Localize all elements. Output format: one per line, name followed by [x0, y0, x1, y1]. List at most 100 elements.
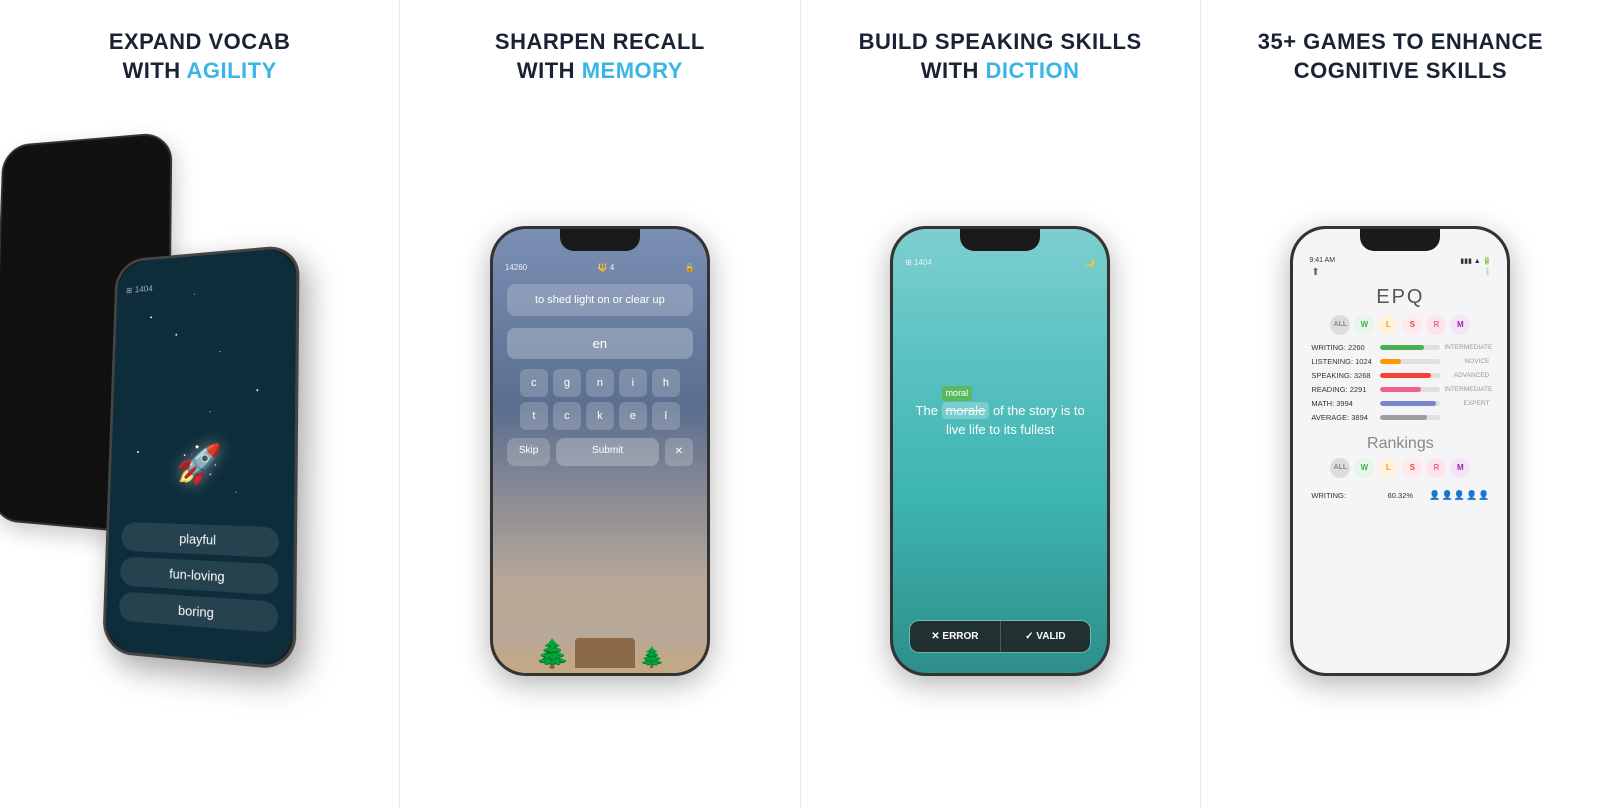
key-c[interactable]: c — [520, 369, 548, 397]
stat-speaking: SPEAKING: 3268 ADVANCED — [1311, 371, 1489, 380]
definition-text: to shed light on or clear up — [535, 294, 665, 306]
reading-bar — [1380, 387, 1421, 392]
word-error-container: morale moral — [942, 401, 990, 421]
panel-agility: EXPAND VOCAB WITH AGILITY — [0, 0, 399, 808]
panel2-title-line2: WITH — [517, 58, 582, 83]
panel3-title-highlight: DICTION — [986, 58, 1080, 83]
phone-memory-container: 14260 🔱 4 🔒 to shed light on or clear up… — [410, 103, 789, 798]
epq-app-title: EPQ — [1303, 286, 1497, 309]
math-bar — [1380, 401, 1435, 406]
listening-bar — [1380, 359, 1401, 364]
epq-time: 9:41 AM — [1309, 257, 1335, 265]
panel2-title-highlight: MEMORY — [582, 58, 683, 83]
filter-l[interactable]: L — [1378, 315, 1398, 335]
rocket-icon: 🚀 — [176, 442, 223, 486]
key-h[interactable]: h — [652, 369, 680, 397]
error-button[interactable]: ✕ ERROR — [910, 621, 999, 652]
key-n[interactable]: n — [586, 369, 614, 397]
score-value: 1404 — [135, 283, 153, 294]
panel-epq: 35+ GAMES TO ENHANCE COGNITIVE SKILLS 9:… — [1201, 0, 1600, 808]
filter-all[interactable]: ALL — [1330, 315, 1350, 335]
rank-filter-r[interactable]: R — [1426, 458, 1446, 478]
rank-filter-all[interactable]: ALL — [1330, 458, 1350, 478]
phone-diction-screen: ⊞ 1404 🌙 The morale moral of the — [893, 229, 1107, 673]
panel1-title-highlight: AGILITY — [186, 58, 276, 83]
share-icon[interactable]: ⬆ — [1311, 267, 1319, 278]
average-bar — [1380, 415, 1427, 420]
key-k[interactable]: k — [586, 402, 614, 430]
rank-filter-w[interactable]: W — [1354, 458, 1374, 478]
word-incorrect: morale — [942, 402, 990, 419]
panel4-title: 35+ GAMES TO ENHANCE COGNITIVE SKILLS — [1258, 28, 1543, 85]
submit-button[interactable]: Submit — [556, 438, 659, 466]
panel1-title-line2: WITH — [122, 58, 186, 83]
rank-filter-m[interactable]: M — [1450, 458, 1470, 478]
filter-w[interactable]: W — [1354, 315, 1374, 335]
tree-icon: 🌲 — [535, 640, 570, 668]
memory-score: 14260 — [505, 263, 527, 272]
epq-status-bar: 9:41 AM ▮▮▮ ▲ 🔋 — [1303, 257, 1497, 265]
memory-lives: 🔱 4 — [598, 263, 615, 272]
delete-button[interactable]: ✕ — [665, 438, 693, 466]
key-c2[interactable]: c — [553, 402, 581, 430]
panel1-title-line1: EXPAND VOCAB — [109, 29, 291, 54]
phone-epq-container: 9:41 AM ▮▮▮ ▲ 🔋 ⬆ ℹ EPQ ALL W L S R M — [1211, 103, 1590, 798]
valid-button[interactable]: ✓ VALID — [1000, 621, 1090, 652]
epq-top-icons: ⬆ ℹ — [1303, 267, 1497, 278]
phone-notch-memory — [560, 229, 640, 251]
definition-box: to shed light on or clear up — [507, 284, 693, 316]
rank-filter-s[interactable]: S — [1402, 458, 1422, 478]
panel4-title-line1: 35+ GAMES TO ENHANCE — [1258, 29, 1543, 54]
stat-reading: READING: 2291 INTERMEDIATE — [1311, 385, 1489, 394]
status-bar-diction: ⊞ 1404 🌙 — [893, 254, 1107, 271]
speaking-bar-wrap — [1380, 373, 1440, 378]
key-g[interactable]: g — [553, 369, 581, 397]
panel2-title: SHARPEN RECALL WITH MEMORY — [495, 28, 705, 85]
speaking-bar — [1380, 373, 1431, 378]
skip-label: Skip — [519, 445, 538, 456]
filter-r[interactable]: R — [1426, 315, 1446, 335]
valid-button-label: ✓ VALID — [1025, 631, 1065, 642]
rank-icons: 👤 👤 👤 👤 👤 — [1429, 490, 1489, 501]
diction-sentence: The morale moral of the story is to live… — [893, 401, 1107, 440]
panel3-title-line2: WITH — [921, 58, 986, 83]
listening-bar-wrap — [1380, 359, 1440, 364]
key-t[interactable]: t — [520, 402, 548, 430]
rankings-filter-row: ALL W L S R M — [1303, 458, 1497, 478]
skip-button[interactable]: Skip — [507, 438, 550, 466]
epq-battery-icons: ▮▮▮ ▲ 🔋 — [1460, 257, 1491, 265]
key-l[interactable]: l — [652, 402, 680, 430]
reading-bar-wrap — [1380, 387, 1440, 392]
stat-average: AVERAGE: 3894 — [1311, 413, 1489, 422]
rank-filter-l[interactable]: L — [1378, 458, 1398, 478]
status-bar-memory: 14260 🔱 4 🔒 — [493, 259, 707, 276]
info-icon[interactable]: ℹ — [1486, 267, 1490, 278]
average-bar-wrap — [1380, 415, 1440, 420]
stat-listening: LISTENING: 1024 NOVICE — [1311, 357, 1489, 366]
moon-svg — [945, 281, 1055, 391]
stat-writing: WRITING: 2260 INTERMEDIATE — [1311, 343, 1489, 352]
sentence-prefix: The — [916, 403, 942, 418]
score-display: ⊞ 1404 — [126, 283, 153, 294]
person-icon-4: 👤 — [1466, 490, 1477, 501]
keyboard-row-1: c g n i h — [507, 369, 693, 397]
filter-m[interactable]: M — [1450, 315, 1470, 335]
house-roof — [575, 638, 635, 668]
filter-s[interactable]: S — [1402, 315, 1422, 335]
panel2-title-line1: SHARPEN RECALL — [495, 29, 705, 54]
memory-lock: 🔒 — [685, 263, 695, 272]
letter-keyboard: c g n i h t c k e l — [507, 369, 693, 430]
keyboard-row-2: t c k e l — [507, 402, 693, 430]
phone-epq: 9:41 AM ▮▮▮ ▲ 🔋 ⬆ ℹ EPQ ALL W L S R M — [1290, 226, 1510, 676]
rankings-title: Rankings — [1303, 435, 1497, 453]
math-bar-wrap — [1380, 401, 1440, 406]
word-input[interactable]: en — [507, 328, 693, 359]
key-e[interactable]: e — [619, 402, 647, 430]
tree-icon-2: 🌲 — [640, 648, 665, 668]
rank-label: WRITING: — [1311, 491, 1371, 500]
panel4-title-line2: COGNITIVE SKILLS — [1294, 58, 1507, 83]
phone-diction-container: ⊞ 1404 🌙 The morale moral of the — [811, 103, 1190, 798]
input-value: en — [593, 336, 607, 351]
key-i[interactable]: i — [619, 369, 647, 397]
panel1-title: EXPAND VOCAB WITH AGILITY — [109, 28, 291, 85]
